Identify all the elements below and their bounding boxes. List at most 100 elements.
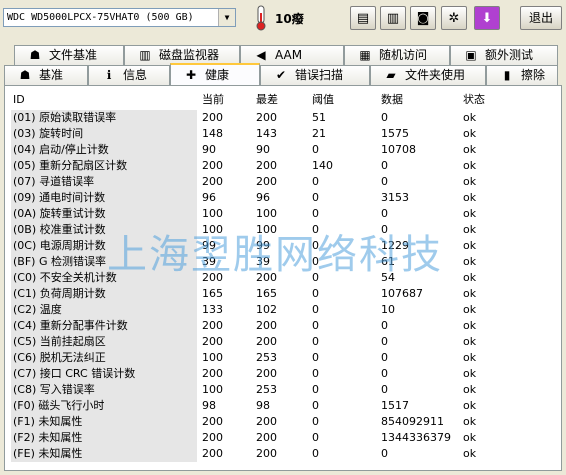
raw-data: 0 <box>381 383 388 396</box>
copy-all-button[interactable]: ▥ <box>380 6 406 30</box>
status: ok <box>463 207 477 220</box>
attribute-id: (01) 原始读取错误率 <box>11 110 197 126</box>
tab-benchmark[interactable]: ☗ 基准 <box>4 65 88 85</box>
raw-data: 1517 <box>381 399 409 412</box>
table-row[interactable]: (07) 寻道错误率 200 200 0 0 ok <box>11 174 551 190</box>
random-access-icon: ▦ <box>359 48 371 62</box>
table-row[interactable]: (C2) 温度 133 102 0 10 ok <box>11 302 551 318</box>
tab-label: 健康 <box>205 67 230 82</box>
status: ok <box>463 303 477 316</box>
worst-value: 96 <box>256 191 270 204</box>
raw-data: 1575 <box>381 127 409 140</box>
chevron-down-icon[interactable]: ▼ <box>218 9 235 26</box>
raw-data: 61 <box>381 255 395 268</box>
down-arrow-button[interactable]: ⬇ <box>474 6 500 30</box>
down-arrow-icon: ⬇ <box>481 10 493 26</box>
raw-data: 10708 <box>381 143 416 156</box>
table-row[interactable]: (F1) 未知属性 200 200 0 854092911 ok <box>11 414 551 430</box>
tab-error-scan[interactable]: ✔ 错误扫描 <box>260 65 370 85</box>
table-row[interactable]: (04) 启动/停止计数 90 90 0 10708 ok <box>11 142 551 158</box>
copy-button[interactable]: ▤ <box>350 6 376 30</box>
tab-health-cross[interactable]: ✚ 健康 <box>170 63 260 85</box>
table-row[interactable]: (C0) 不安全关机计数 200 200 0 54 ok <box>11 270 551 286</box>
table-row[interactable]: (03) 旋转时间 148 143 21 1575 ok <box>11 126 551 142</box>
exit-button[interactable]: 退出 <box>520 6 562 30</box>
attribute-id: (09) 通电时间计数 <box>11 190 197 206</box>
camera-button[interactable]: ◙ <box>410 6 436 30</box>
raw-data: 0 <box>381 319 388 332</box>
threshold-value: 0 <box>312 287 319 300</box>
table-row[interactable]: (C4) 重新分配事件计数 200 200 0 0 ok <box>11 318 551 334</box>
table-row[interactable]: (F2) 未知属性 200 200 0 1344336379 ok <box>11 430 551 446</box>
table-row[interactable]: (0B) 校准重试计数 100 100 0 0 ok <box>11 222 551 238</box>
tab-row-top: ☗ 文件基准 ▥ 磁盘监视器 ◀ AAM ▦ 随机访问 ▣ 额外测试 <box>4 45 562 65</box>
worst-value: 200 <box>256 319 277 332</box>
tab-info[interactable]: ℹ 信息 <box>88 65 170 85</box>
header-id[interactable]: ID <box>13 92 25 108</box>
tab-random-access[interactable]: ▦ 随机访问 <box>344 45 450 65</box>
attribute-id: (C1) 负荷周期计数 <box>11 286 197 302</box>
tab-row-bottom: ☗ 基准 ℹ 信息 ✚ 健康 ✔ 错误扫描 ▰ 文件夹使用 ▮ 擦除 <box>4 63 562 85</box>
worst-value: 200 <box>256 367 277 380</box>
tab-speaker[interactable]: ◀ AAM <box>240 45 344 65</box>
tab-trash[interactable]: ▮ 擦除 <box>486 65 558 85</box>
header-threshold[interactable]: 阈值 <box>312 92 334 108</box>
disk-monitor-icon: ▥ <box>139 48 151 62</box>
current-value: 100 <box>202 223 223 236</box>
raw-data: 0 <box>381 351 388 364</box>
worst-value: 98 <box>256 399 270 412</box>
current-value: 133 <box>202 303 223 316</box>
tab-label: AAM <box>275 48 303 62</box>
current-value: 200 <box>202 335 223 348</box>
status: ok <box>463 319 477 332</box>
table-row[interactable]: (BF) G 检测错误率 39 39 0 61 ok <box>11 254 551 270</box>
status: ok <box>463 447 477 460</box>
tab-extra-tests[interactable]: ▣ 额外测试 <box>450 45 558 65</box>
tab-disk-monitor[interactable]: ▥ 磁盘监视器 <box>124 45 240 65</box>
threshold-value: 0 <box>312 255 319 268</box>
raw-data: 0 <box>381 159 388 172</box>
copy-icon: ▤ <box>356 10 370 26</box>
table-row[interactable]: (01) 原始读取错误率 200 200 51 0 ok <box>11 110 551 126</box>
header-data[interactable]: 数据 <box>381 92 403 108</box>
table-row[interactable]: (0A) 旋转重试计数 100 100 0 0 ok <box>11 206 551 222</box>
status: ok <box>463 175 477 188</box>
table-row[interactable]: (FE) 未知属性 200 200 0 0 ok <box>11 446 551 462</box>
status: ok <box>463 159 477 172</box>
raw-data: 10 <box>381 303 395 316</box>
header-worst[interactable]: 最差 <box>256 92 278 108</box>
trash-icon: ▮ <box>503 68 511 82</box>
table-row[interactable]: (C8) 写入错误率 100 253 0 0 ok <box>11 382 551 398</box>
table-row[interactable]: (F0) 磁头飞行小时 98 98 0 1517 ok <box>11 398 551 414</box>
worst-value: 143 <box>256 127 277 140</box>
tab-label: 基准 <box>39 68 64 82</box>
threshold-value: 0 <box>312 223 319 236</box>
current-value: 200 <box>202 111 223 124</box>
tab-folder[interactable]: ▰ 文件夹使用 <box>370 65 486 85</box>
tab-label: 文件夹使用 <box>405 68 466 82</box>
table-row[interactable]: (05) 重新分配扇区计数 200 200 140 0 ok <box>11 158 551 174</box>
header-status[interactable]: 状态 <box>463 92 485 108</box>
header-current[interactable]: 当前 <box>202 92 224 108</box>
raw-data: 0 <box>381 223 388 236</box>
attribute-id: (C5) 当前挂起扇区 <box>11 334 197 350</box>
raw-data: 0 <box>381 447 388 460</box>
status: ok <box>463 399 477 412</box>
tools-button[interactable]: ✲ <box>441 6 467 30</box>
toolbar: WDC WD5000LPCX-75VHAT0 (500 GB) ▼ 10癈 ▤ ▥… <box>0 0 566 38</box>
table-row[interactable]: (C6) 脱机无法纠正 100 253 0 0 ok <box>11 350 551 366</box>
table-row[interactable]: (0C) 电源周期计数 99 99 0 1229 ok <box>11 238 551 254</box>
worst-value: 200 <box>256 447 277 460</box>
current-value: 98 <box>202 399 216 412</box>
table-row[interactable]: (C1) 负荷周期计数 165 165 0 107687 ok <box>11 286 551 302</box>
table-row[interactable]: (09) 通电时间计数 96 96 0 3153 ok <box>11 190 551 206</box>
table-row[interactable]: (C5) 当前挂起扇区 200 200 0 0 ok <box>11 334 551 350</box>
table-row[interactable]: (C7) 接口 CRC 错误计数 200 200 0 0 ok <box>11 366 551 382</box>
threshold-value: 0 <box>312 351 319 364</box>
current-value: 200 <box>202 415 223 428</box>
drive-select[interactable]: WDC WD5000LPCX-75VHAT0 (500 GB) ▼ <box>3 8 236 27</box>
current-value: 200 <box>202 175 223 188</box>
worst-value: 200 <box>256 159 277 172</box>
table-header: ID 当前 最差 阈值 数据 状态 <box>11 92 551 108</box>
tab-file-benchmark[interactable]: ☗ 文件基准 <box>14 45 124 65</box>
